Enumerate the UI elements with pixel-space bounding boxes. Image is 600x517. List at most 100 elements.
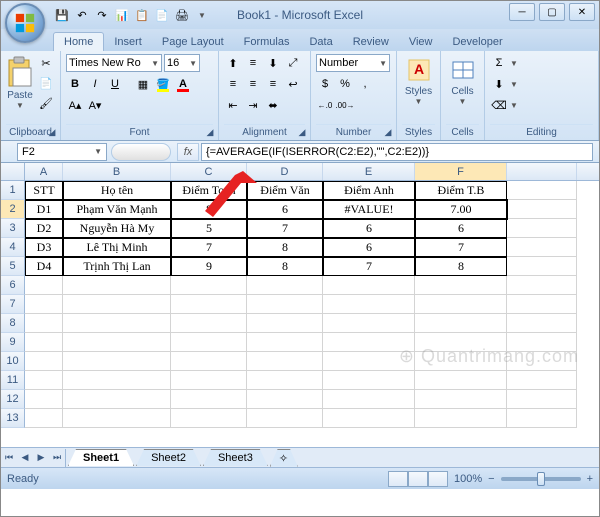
- clipboard-launcher-icon[interactable]: ◢: [46, 126, 58, 138]
- qat-item-icon[interactable]: 📋: [133, 6, 151, 24]
- cell[interactable]: 8: [415, 257, 507, 276]
- cell[interactable]: 8: [247, 257, 323, 276]
- decrease-decimal-icon[interactable]: .00→: [336, 96, 354, 114]
- cell[interactable]: [247, 314, 323, 333]
- cell[interactable]: 8: [247, 238, 323, 257]
- new-sheet-icon[interactable]: ✧: [270, 449, 298, 467]
- cell[interactable]: [507, 352, 577, 371]
- cell[interactable]: [25, 276, 63, 295]
- cell[interactable]: Điểm Toán: [171, 181, 247, 200]
- cell[interactable]: [415, 276, 507, 295]
- cell[interactable]: 7: [247, 219, 323, 238]
- qat-item-icon[interactable]: 🖨: [173, 6, 191, 24]
- align-middle-icon[interactable]: ≡: [244, 54, 262, 72]
- cell[interactable]: [323, 409, 415, 428]
- cell[interactable]: [507, 314, 577, 333]
- copy-icon[interactable]: 📄: [37, 74, 55, 92]
- cell[interactable]: 6: [415, 219, 507, 238]
- tab-view[interactable]: View: [399, 33, 443, 51]
- cell[interactable]: [323, 390, 415, 409]
- cell[interactable]: [171, 333, 247, 352]
- sheet-tab[interactable]: Sheet1: [68, 449, 134, 466]
- wrap-text-icon[interactable]: ↩: [284, 75, 302, 93]
- undo-icon[interactable]: ↶: [73, 6, 91, 24]
- row-header[interactable]: 6: [1, 276, 25, 295]
- cell[interactable]: 8: [171, 200, 247, 219]
- cell[interactable]: [171, 409, 247, 428]
- zoom-out-button[interactable]: −: [488, 473, 494, 485]
- cell[interactable]: [247, 295, 323, 314]
- select-all-corner[interactable]: [1, 163, 25, 180]
- close-button[interactable]: ✕: [569, 3, 595, 21]
- cell[interactable]: [63, 409, 171, 428]
- align-top-icon[interactable]: ⬆: [224, 54, 242, 72]
- last-sheet-icon[interactable]: ⏭: [49, 449, 65, 467]
- cell[interactable]: [25, 295, 63, 314]
- grow-font-icon[interactable]: A▴: [66, 96, 84, 114]
- number-format-combo[interactable]: Number▼: [316, 54, 390, 72]
- row-header[interactable]: 11: [1, 371, 25, 390]
- cell[interactable]: [247, 333, 323, 352]
- font-color-icon[interactable]: A: [174, 75, 192, 93]
- row-header[interactable]: 12: [1, 390, 25, 409]
- zoom-in-button[interactable]: +: [587, 473, 593, 485]
- font-launcher-icon[interactable]: ◢: [204, 126, 216, 138]
- cell[interactable]: [171, 371, 247, 390]
- cell[interactable]: [415, 371, 507, 390]
- cell[interactable]: [63, 333, 171, 352]
- tab-insert[interactable]: Insert: [104, 33, 152, 51]
- worksheet-grid[interactable]: A B C D E F 1 STT Họ tên Điểm Toán Điểm …: [1, 163, 599, 447]
- col-header[interactable]: C: [171, 163, 247, 180]
- cell[interactable]: [507, 257, 577, 276]
- cell[interactable]: [25, 390, 63, 409]
- row-header[interactable]: 8: [1, 314, 25, 333]
- cell[interactable]: [323, 314, 415, 333]
- prev-sheet-icon[interactable]: ◀: [17, 449, 33, 467]
- cell[interactable]: #VALUE!: [323, 200, 415, 219]
- cell[interactable]: [25, 371, 63, 390]
- merge-icon[interactable]: ⬌: [264, 96, 282, 114]
- number-launcher-icon[interactable]: ◢: [382, 126, 394, 138]
- cell[interactable]: [247, 276, 323, 295]
- tab-data[interactable]: Data: [299, 33, 342, 51]
- qat-customize-icon[interactable]: ▼: [193, 6, 211, 24]
- name-box[interactable]: F2▼: [17, 143, 107, 161]
- align-center-icon[interactable]: ≡: [244, 75, 262, 93]
- cell[interactable]: [247, 371, 323, 390]
- fx-button[interactable]: fx: [177, 143, 199, 161]
- underline-button[interactable]: U: [106, 75, 124, 93]
- font-family-combo[interactable]: Times New Ro▼: [66, 54, 162, 72]
- cell[interactable]: Lê Thị Minh: [63, 238, 171, 257]
- cell[interactable]: [507, 409, 577, 428]
- fill-icon[interactable]: ⬇: [490, 75, 508, 93]
- cell[interactable]: D3: [25, 238, 63, 257]
- cell[interactable]: D2: [25, 219, 63, 238]
- cell[interactable]: 9: [171, 257, 247, 276]
- qat-item-icon[interactable]: 📊: [113, 6, 131, 24]
- cell[interactable]: [323, 276, 415, 295]
- first-sheet-icon[interactable]: ⏮: [1, 449, 17, 467]
- align-left-icon[interactable]: ≡: [224, 75, 242, 93]
- cell[interactable]: [507, 200, 577, 219]
- cell[interactable]: [415, 409, 507, 428]
- cell[interactable]: [323, 295, 415, 314]
- cells-button[interactable]: Cells▼: [446, 54, 479, 124]
- selected-cell[interactable]: 7.00: [415, 200, 507, 219]
- cell[interactable]: [507, 333, 577, 352]
- col-header[interactable]: A: [25, 163, 63, 180]
- cell[interactable]: D4: [25, 257, 63, 276]
- office-button[interactable]: [5, 3, 45, 43]
- cell[interactable]: [171, 295, 247, 314]
- zoom-slider[interactable]: [501, 477, 581, 481]
- cell[interactable]: [63, 352, 171, 371]
- align-right-icon[interactable]: ≡: [264, 75, 282, 93]
- cell[interactable]: [247, 352, 323, 371]
- cell[interactable]: [63, 371, 171, 390]
- cell[interactable]: [323, 371, 415, 390]
- font-size-combo[interactable]: 16▼: [164, 54, 200, 72]
- cell[interactable]: [25, 352, 63, 371]
- cell[interactable]: [323, 333, 415, 352]
- cell[interactable]: [507, 390, 577, 409]
- italic-button[interactable]: I: [86, 75, 104, 93]
- bold-button[interactable]: B: [66, 75, 84, 93]
